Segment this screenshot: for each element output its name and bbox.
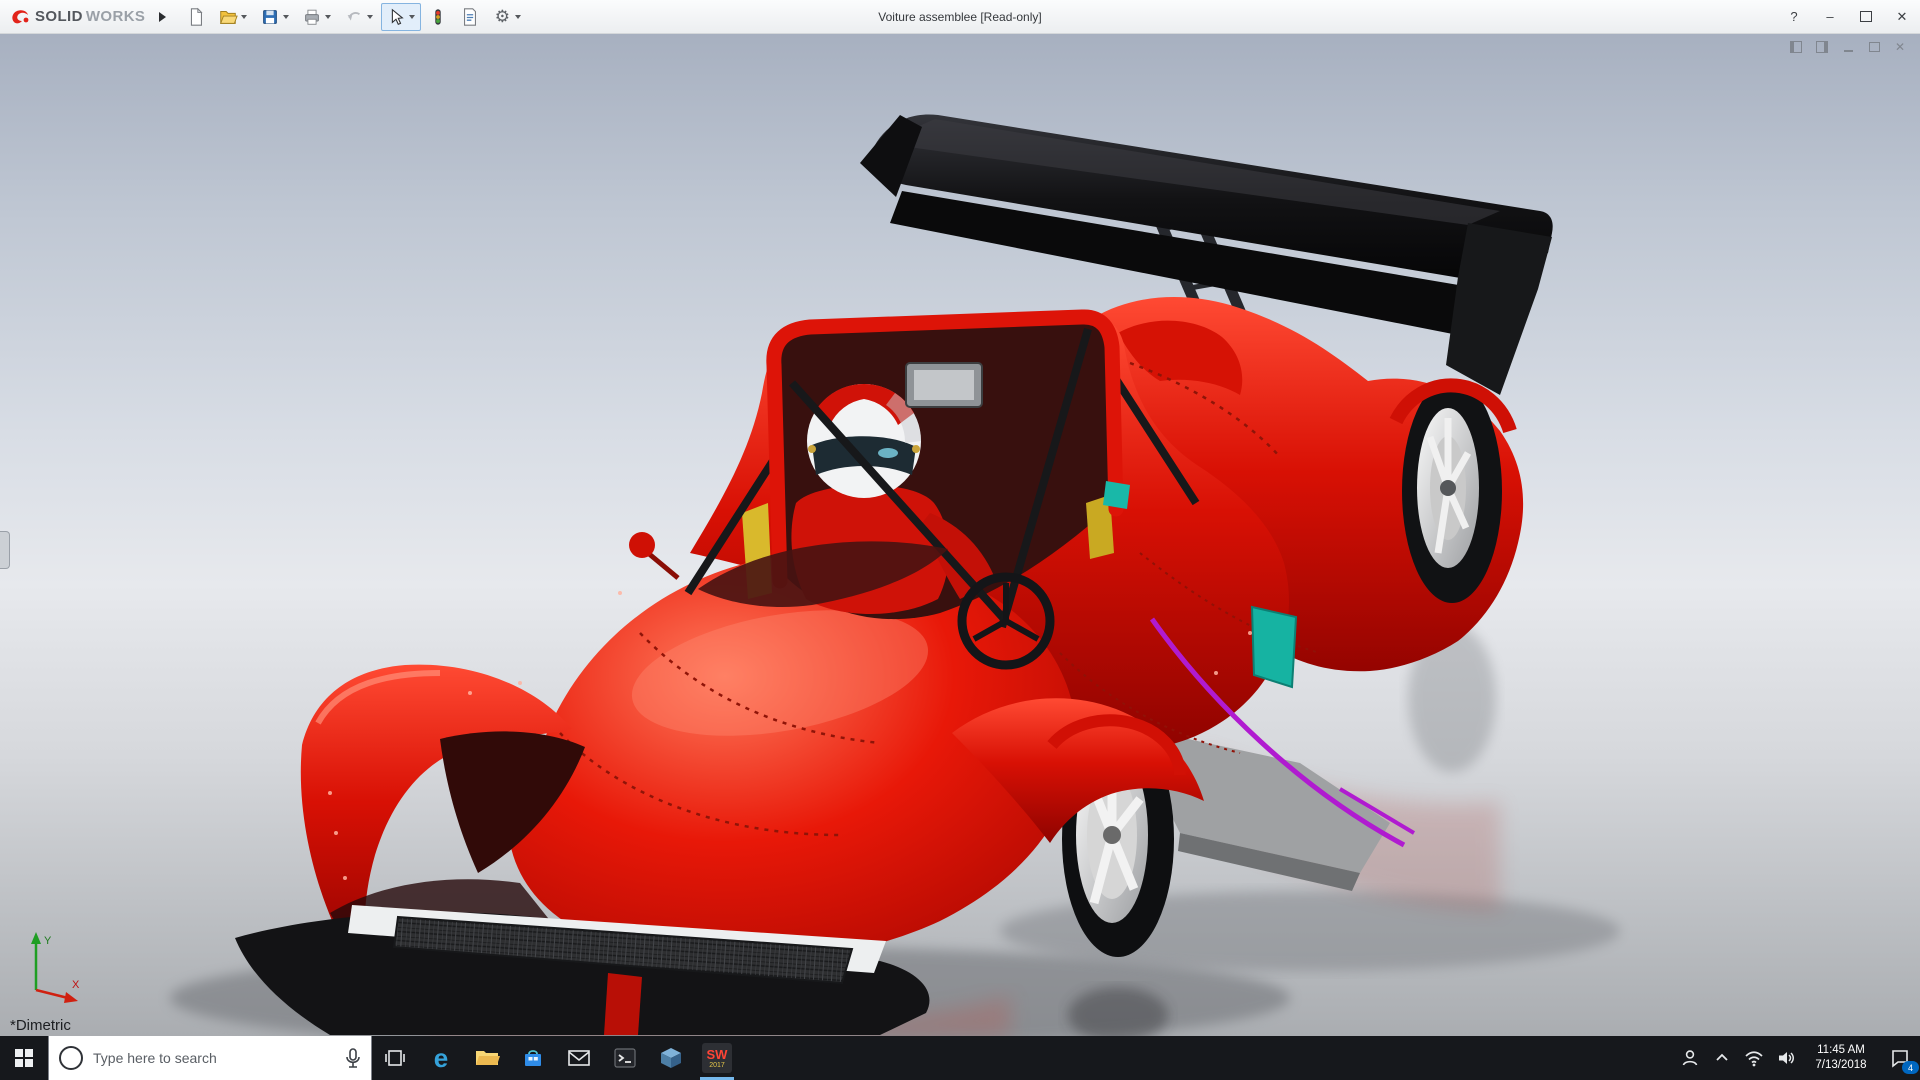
driver-helmet bbox=[807, 383, 922, 498]
pane-left-icon[interactable] bbox=[1788, 40, 1804, 54]
minimize-button[interactable]: – bbox=[1812, 0, 1848, 33]
save-floppy-icon bbox=[258, 5, 282, 29]
undo-icon bbox=[342, 5, 366, 29]
window-controls: ? – ✕ bbox=[1776, 0, 1920, 33]
microphone-icon[interactable] bbox=[345, 1048, 361, 1068]
select-dropdown-arrow[interactable] bbox=[409, 14, 416, 19]
options-gear-icon: ⚙ bbox=[494, 7, 510, 26]
windows-logo-icon bbox=[15, 1049, 33, 1067]
taskbar-mail[interactable] bbox=[556, 1036, 602, 1080]
taskbar-store[interactable] bbox=[510, 1036, 556, 1080]
print-icon bbox=[300, 5, 324, 29]
brand-text-solid: SOLID bbox=[35, 8, 83, 25]
solidworks-app-icon: SW 2017 bbox=[702, 1043, 732, 1073]
triad-y-label: Y bbox=[44, 935, 52, 947]
options-dropdown-arrow[interactable] bbox=[515, 14, 522, 19]
undo-button[interactable] bbox=[339, 3, 379, 31]
task-view-icon bbox=[385, 1050, 405, 1066]
save-dropdown-arrow[interactable] bbox=[283, 14, 290, 19]
command-prompt-icon bbox=[614, 1048, 636, 1068]
taskbar-search[interactable] bbox=[48, 1036, 372, 1080]
taskbar-file-explorer[interactable] bbox=[464, 1036, 510, 1080]
doc-close-icon[interactable]: ✕ bbox=[1892, 40, 1908, 54]
maximize-button[interactable] bbox=[1848, 0, 1884, 33]
edge-icon: e bbox=[433, 1043, 449, 1073]
cortana-icon bbox=[59, 1046, 83, 1070]
select-tool-button[interactable] bbox=[381, 2, 422, 31]
network-button[interactable] bbox=[1738, 1036, 1770, 1080]
teal-cockpit-panel bbox=[1103, 481, 1130, 509]
orientation-triad: Y X bbox=[31, 932, 80, 1003]
menu-flyout-arrow[interactable] bbox=[159, 11, 167, 22]
maximize-icon bbox=[1860, 11, 1872, 22]
mail-icon bbox=[568, 1050, 590, 1066]
help-button[interactable]: ? bbox=[1776, 0, 1812, 33]
windows-taskbar: e bbox=[0, 1036, 1920, 1080]
triad-x-label: X bbox=[72, 979, 80, 991]
left-panel-collapsed-tab[interactable] bbox=[0, 531, 10, 569]
start-button[interactable] bbox=[0, 1036, 48, 1080]
rebuild-button[interactable] bbox=[423, 3, 453, 31]
brand-text-works: WORKS bbox=[85, 8, 146, 25]
print-dropdown-arrow[interactable] bbox=[325, 14, 332, 19]
close-button[interactable]: ✕ bbox=[1884, 0, 1920, 33]
undo-dropdown-arrow[interactable] bbox=[367, 14, 374, 19]
rebuild-traffic-light-icon bbox=[426, 5, 450, 29]
solidworks-logo: SOLID WORKS bbox=[0, 7, 151, 27]
file-properties-icon bbox=[458, 5, 482, 29]
solidworks-window: SOLID WORKS ⚙ Voiture assemblee [Read-on… bbox=[0, 0, 1920, 1080]
system-tray: 11:45 AM 7/13/2018 4 bbox=[1674, 1036, 1920, 1080]
taskbar-edge[interactable]: e bbox=[418, 1036, 464, 1080]
file-properties-button[interactable] bbox=[455, 3, 485, 31]
select-cursor-icon bbox=[384, 5, 408, 29]
people-icon bbox=[1682, 1050, 1698, 1066]
model-view-race-car[interactable] bbox=[0, 33, 1920, 1036]
view-orientation-label: *Dimetric bbox=[10, 1017, 71, 1034]
side-sill[interactable] bbox=[1150, 733, 1390, 891]
open-dropdown-arrow[interactable] bbox=[241, 14, 248, 19]
taskbar-edrawings[interactable] bbox=[648, 1036, 694, 1080]
task-view-button[interactable] bbox=[372, 1036, 418, 1080]
wifi-icon bbox=[1745, 1051, 1763, 1067]
options-button[interactable]: ⚙ bbox=[487, 3, 527, 31]
doc-minimize-icon[interactable] bbox=[1840, 40, 1856, 54]
new-document-icon bbox=[184, 5, 208, 29]
open-folder-icon bbox=[216, 5, 240, 29]
edrawings-cube-icon bbox=[661, 1048, 681, 1068]
clock-time: 11:45 AM bbox=[1817, 1044, 1865, 1057]
side-mirror bbox=[629, 532, 655, 558]
taskbar-clock[interactable]: 11:45 AM 7/13/2018 bbox=[1802, 1043, 1880, 1073]
pane-right-icon[interactable] bbox=[1814, 40, 1830, 54]
taskbar-solidworks[interactable]: SW 2017 bbox=[694, 1036, 740, 1080]
document-window-controls: ✕ bbox=[1788, 40, 1908, 54]
people-button[interactable] bbox=[1674, 1036, 1706, 1080]
clock-date: 7/13/2018 bbox=[1815, 1059, 1867, 1071]
quick-access-toolbar: ⚙ bbox=[180, 0, 528, 33]
print-button[interactable] bbox=[297, 3, 337, 31]
graphics-area[interactable]: ✕ Y X *Dimetric bbox=[0, 33, 1920, 1036]
file-explorer-icon bbox=[476, 1051, 500, 1065]
taskbar-command-prompt[interactable] bbox=[602, 1036, 648, 1080]
search-input[interactable] bbox=[91, 1049, 337, 1067]
titlebar: SOLID WORKS ⚙ Voiture assemblee [Read-on… bbox=[0, 0, 1920, 34]
doc-restore-icon[interactable] bbox=[1866, 40, 1882, 54]
store-icon bbox=[525, 1050, 541, 1066]
volume-button[interactable] bbox=[1770, 1036, 1802, 1080]
show-hidden-icons-button[interactable] bbox=[1706, 1036, 1738, 1080]
action-center-button[interactable]: 4 bbox=[1880, 1036, 1920, 1080]
ds-logo-icon bbox=[12, 9, 29, 23]
notification-badge: 4 bbox=[1902, 1061, 1919, 1074]
open-button[interactable] bbox=[213, 3, 253, 31]
speaker-icon bbox=[1779, 1052, 1794, 1064]
teal-side-panel bbox=[1250, 605, 1298, 689]
chevron-up-icon bbox=[1716, 1053, 1728, 1061]
save-button[interactable] bbox=[255, 3, 295, 31]
new-document-button[interactable] bbox=[181, 3, 211, 31]
